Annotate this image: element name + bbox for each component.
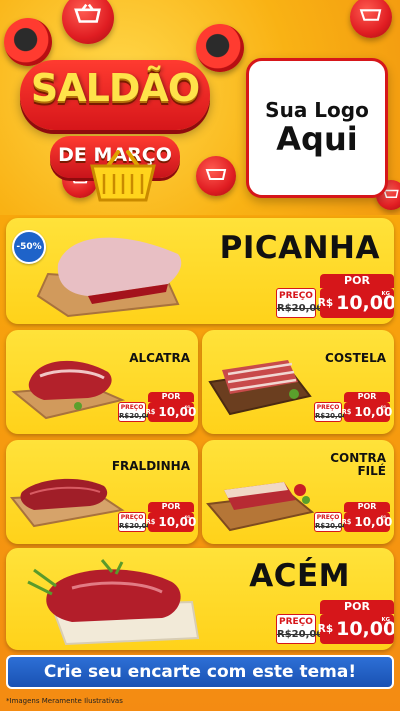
por-label: POR	[148, 502, 194, 512]
basket-icon	[90, 150, 156, 202]
new-price: R$ 10,00 KG	[317, 288, 394, 318]
new-price-value: 10,00	[354, 515, 393, 529]
preco-label: PREÇO	[120, 514, 144, 521]
fraldinha-image	[10, 478, 125, 528]
product-name-line2: FILÉ	[357, 463, 386, 478]
header-banner: SALDÃO DE MARÇO Sua Logo Aqui	[0, 0, 400, 215]
old-price: R$20,00	[119, 522, 152, 530]
new-price-value: 10,00	[354, 405, 393, 419]
product-card-fraldinha: FRALDINHA POR PREÇO R$20,00 R$ 10,00 KG	[6, 440, 198, 544]
product-card-contra-file: CONTRA FILÉ POR PREÇO R$20,00 R$ 10,00 K…	[202, 440, 394, 544]
por-label: POR	[320, 274, 394, 288]
currency: R$	[145, 408, 156, 416]
product-name: PICANHA	[219, 230, 380, 266]
old-price: R$20,00	[277, 303, 324, 314]
old-price-box: PREÇO R$20,00	[276, 288, 324, 318]
shopping-cart-icon	[350, 0, 392, 38]
currency: R$	[145, 518, 156, 526]
new-price-value: 10,00	[158, 515, 197, 529]
product-name: ALCATRA	[129, 351, 190, 365]
price-tag: POR PREÇO R$20,00 R$ 10,00 KG	[314, 502, 393, 534]
new-price: R$ 10,00 KG	[341, 512, 393, 532]
product-name-line1: CONTRA	[330, 451, 386, 465]
preco-label: PREÇO	[279, 291, 313, 301]
unit: KG	[184, 405, 190, 409]
new-price: R$ 10,00 KG	[145, 512, 197, 532]
discount-badge: -50%	[12, 230, 46, 264]
logo-text-line1: Sua Logo	[265, 98, 369, 123]
por-label: POR	[148, 392, 194, 402]
costela-image	[208, 360, 312, 416]
product-card-costela: COSTELA POR PREÇO R$20,00 R$ 10,00 KG	[202, 330, 394, 434]
preco-label: PREÇO	[120, 404, 144, 411]
old-price-box: PREÇO R$20,00	[314, 512, 348, 532]
currency: R$	[341, 408, 352, 416]
old-price: R$20,00	[315, 522, 348, 530]
old-price: R$20,00	[119, 412, 152, 420]
price-tag: POR PREÇO R$20,00 R$ 10,00 KG	[118, 392, 197, 424]
unit: KG	[380, 515, 386, 519]
shopping-cart-icon	[62, 0, 114, 44]
product-card-acem: ACÉM POR PREÇO R$20,00 R$ 10,00 KG	[6, 548, 394, 650]
old-price: R$20,00	[277, 629, 324, 640]
unit: KG	[381, 291, 390, 297]
unit: KG	[380, 405, 386, 409]
currency: R$	[317, 297, 334, 309]
preco-label: PREÇO	[279, 617, 313, 627]
alcatra-image	[11, 360, 126, 420]
por-label: POR	[320, 600, 394, 614]
old-price-box: PREÇO R$20,00	[276, 614, 324, 644]
product-name: ACÉM	[249, 558, 350, 594]
new-price: R$ 10,00 KG	[341, 402, 393, 422]
old-price-box: PREÇO R$20,00	[314, 402, 348, 422]
product-card-picanha: -50% PICANHA POR PREÇO R$20,00 R$ 10,00 …	[6, 218, 394, 324]
currency: R$	[341, 518, 352, 526]
acem-image	[27, 559, 200, 646]
price-tag: POR PREÇO R$20,00 R$ 10,00 KG	[276, 274, 394, 324]
unit: KG	[184, 515, 190, 519]
old-price: R$20,00	[315, 412, 348, 420]
logo-placeholder: Sua Logo Aqui	[246, 58, 388, 198]
sale-title: SALDÃO	[30, 66, 200, 110]
product-name: COSTELA	[325, 351, 386, 365]
new-price-value: 10,00	[158, 405, 197, 419]
contra-file-image	[206, 482, 315, 532]
currency: R$	[317, 623, 334, 635]
old-price-box: PREÇO R$20,00	[118, 402, 152, 422]
unit: KG	[381, 617, 390, 623]
por-label: POR	[344, 502, 390, 512]
new-price: R$ 10,00 KG	[145, 402, 197, 422]
por-label: POR	[344, 392, 390, 402]
product-name: FRALDINHA	[111, 459, 190, 473]
preco-label: PREÇO	[316, 404, 340, 411]
product-card-alcatra: ALCATRA POR PREÇO R$20,00 R$ 10,00 KG	[6, 330, 198, 434]
product-name: CONTRA FILÉ	[330, 452, 386, 477]
picanha-image	[36, 237, 182, 318]
old-price-box: PREÇO R$20,00	[118, 512, 152, 532]
preco-label: PREÇO	[316, 514, 340, 521]
new-price: R$ 10,00 KG	[317, 614, 394, 644]
disclaimer-text: *Imagens Meramente Ilustrativas	[6, 697, 123, 705]
price-tag: POR PREÇO R$20,00 R$ 10,00 KG	[118, 502, 197, 534]
cta-banner[interactable]: Crie seu encarte com este tema!	[6, 655, 394, 689]
logo-text-line2: Aqui	[276, 120, 358, 159]
price-tag: POR PREÇO R$20,00 R$ 10,00 KG	[314, 392, 393, 424]
price-tag: POR PREÇO R$20,00 R$ 10,00 KG	[276, 600, 394, 650]
